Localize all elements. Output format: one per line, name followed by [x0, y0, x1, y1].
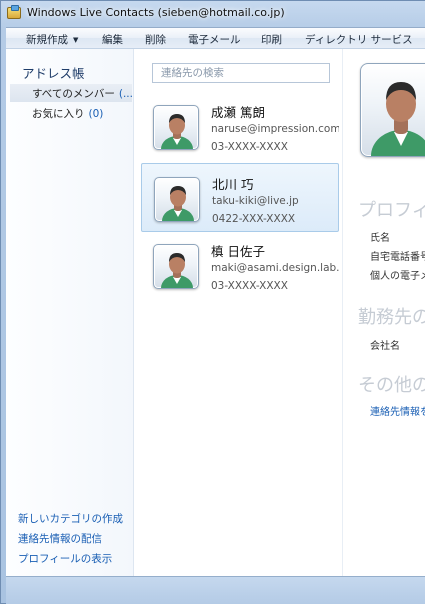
- field-home-phone-label: 自宅電話番号: [370, 252, 425, 263]
- contact-card[interactable]: 槙 日佐子 maki@asami.design.lab... 03-XXXX-X…: [141, 231, 339, 300]
- create-category-link[interactable]: 新しいカテゴリの作成: [18, 511, 123, 526]
- person-icon: [162, 186, 194, 221]
- sidebar-item-all-members[interactable]: すべてのメンバー (...: [10, 84, 132, 102]
- menu-edit[interactable]: 編集: [102, 32, 123, 47]
- contact-phone: 03-XXXX-XXXX: [211, 141, 288, 153]
- detail-avatar: [360, 63, 425, 157]
- window-title: Windows Live Contacts (sieben@hotmail.co…: [27, 6, 285, 19]
- avatar: [153, 244, 199, 289]
- menu-directory-services[interactable]: ディレクトリ サービス: [305, 32, 413, 47]
- menu-print[interactable]: 印刷: [261, 32, 282, 47]
- sidebar: アドレス帳 すべてのメンバー (... お気に入り (0) 新しいカテゴリの作成 連…: [6, 49, 134, 576]
- field-company-label: 会社名: [370, 341, 400, 352]
- contact-name: 北川 巧: [212, 177, 254, 192]
- contact-email: maki@asami.design.lab...: [211, 262, 339, 274]
- contact-card[interactable]: 北川 巧 taku-kiki@live.jp 0422-XXX-XXXX: [141, 163, 339, 232]
- field-name-label: 氏名: [370, 233, 390, 244]
- address-book-heading: アドレス帳: [22, 66, 85, 81]
- sidebar-item-label: すべてのメンバー: [32, 88, 115, 100]
- contact-phone: 0422-XXX-XXXX: [212, 213, 296, 225]
- menu-bar: 新規作成 ▼ 編集 削除 電子メール 印刷 ディレクトリ サービス: [6, 27, 425, 49]
- dropdown-arrow-icon: ▼: [73, 36, 79, 44]
- contact-name: 成瀬 篤朗: [211, 105, 265, 120]
- main-content: アドレス帳 すべてのメンバー (... お気に入り (0) 新しいカテゴリの作成 連…: [6, 49, 425, 576]
- sidebar-item-count: (0): [88, 108, 104, 120]
- title-bar[interactable]: Windows Live Contacts (sieben@hotmail.co…: [0, 0, 425, 27]
- sidebar-item-label: お気に入り: [32, 108, 85, 120]
- view-profile-link[interactable]: プロフィールの表示: [18, 551, 112, 566]
- sidebar-item-count: (...: [118, 88, 132, 100]
- person-icon: [371, 82, 425, 156]
- contact-name: 槙 日佐子: [211, 244, 265, 259]
- avatar: [154, 177, 200, 222]
- profile-section-heading: プロフィ: [358, 200, 425, 221]
- contact-info-link[interactable]: 連絡先情報を: [370, 403, 425, 418]
- sidebar-item-favorites[interactable]: お気に入り (0): [10, 104, 132, 122]
- person-icon: [161, 253, 193, 288]
- contact-email: taku-kiki@live.jp: [212, 195, 299, 207]
- avatar: [153, 105, 199, 150]
- menu-email[interactable]: 電子メール: [188, 32, 241, 47]
- contact-card[interactable]: 成瀬 篤朗 naruse@impression.com 03-XXXX-XXXX: [141, 92, 339, 161]
- share-contact-info-link[interactable]: 連絡先情報の配信: [18, 531, 102, 546]
- contact-phone: 03-XXXX-XXXX: [211, 280, 288, 292]
- contacts-app-icon: [7, 5, 21, 19]
- contact-email: naruse@impression.com: [211, 123, 339, 135]
- contact-list: 成瀬 篤朗 naruse@impression.com 03-XXXX-XXXX…: [135, 49, 343, 576]
- person-icon: [161, 114, 193, 149]
- search-input[interactable]: [152, 63, 330, 83]
- menu-new[interactable]: 新規作成 ▼: [26, 32, 78, 47]
- status-bar: [6, 576, 425, 604]
- menu-delete[interactable]: 削除: [145, 32, 166, 47]
- work-section-heading: 勤務先の: [358, 307, 425, 328]
- field-personal-email-label: 個人の電子メ: [370, 271, 425, 282]
- contact-detail-pane: プロフィ 氏名 自宅電話番号 個人の電子メ 勤務先の 会社名 その他の 連絡先情…: [344, 49, 425, 576]
- other-section-heading: その他の: [358, 375, 425, 396]
